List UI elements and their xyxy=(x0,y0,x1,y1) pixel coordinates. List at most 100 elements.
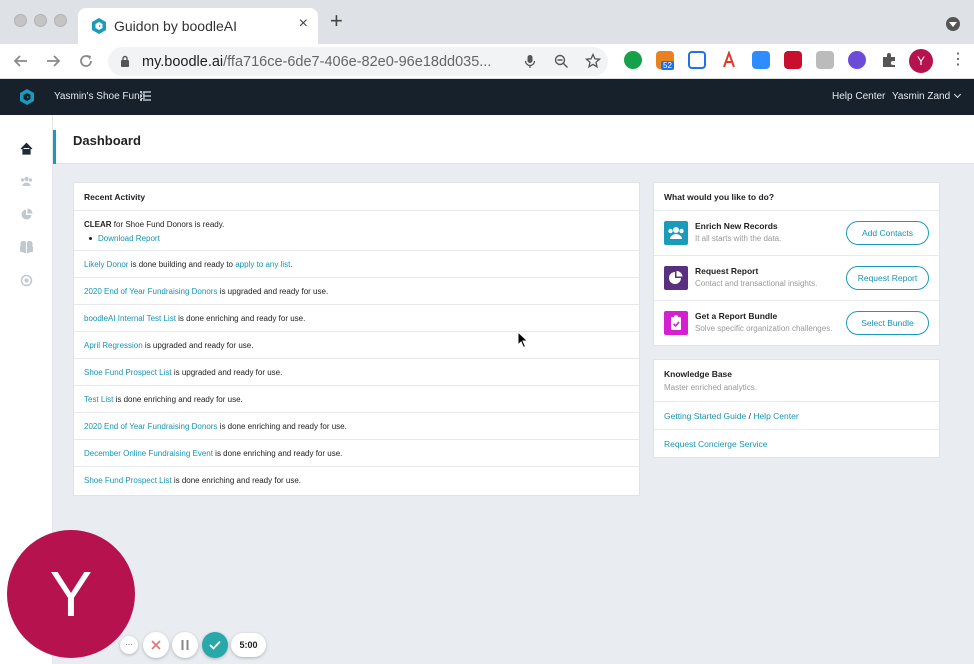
profile-avatar[interactable]: Y xyxy=(909,49,933,73)
action-subtitle: Solve specific organization challenges. xyxy=(695,324,833,333)
activity-row: Shoe Fund Prospect List is done enrichin… xyxy=(74,467,639,494)
browser-tab[interactable]: Guidon by boodleAI × xyxy=(78,8,318,44)
activity-link[interactable]: boodleAI Internal Test List xyxy=(84,314,176,323)
organization-name: Yasmin's Shoe Fund xyxy=(54,91,146,102)
user-menu[interactable]: Yasmin Zand xyxy=(892,90,962,102)
activity-text: is done enriching and ready for use. xyxy=(175,314,306,323)
request-report-button[interactable]: Request Report xyxy=(846,266,929,290)
activity-link[interactable]: Shoe Fund Prospect List xyxy=(84,476,172,485)
extension-badge-icon[interactable]: 52 xyxy=(656,51,674,70)
app-header: Yasmin's Shoe Fund Help Center Yasmin Za… xyxy=(0,79,974,115)
grammarly-extension-icon[interactable] xyxy=(624,51,642,69)
list-menu-icon[interactable] xyxy=(140,91,151,101)
download-report-item: Download Report xyxy=(84,234,629,243)
action-title: Enrich New Records xyxy=(695,221,778,231)
close-icon xyxy=(151,640,161,650)
kb-help-center-link[interactable]: Help Center xyxy=(753,411,798,421)
activity-link[interactable]: Shoe Fund Prospect List xyxy=(84,368,172,377)
recent-activity-title: Recent Activity xyxy=(74,183,639,211)
pie-chart-icon[interactable] xyxy=(20,208,33,221)
add-contacts-button[interactable]: Add Contacts xyxy=(846,221,929,245)
mouse-cursor-icon xyxy=(517,331,529,349)
knowledge-base-subtitle: Master enriched analytics. xyxy=(664,383,757,392)
activity-link[interactable]: Test List xyxy=(84,395,113,404)
puzzle-extensions-icon[interactable] xyxy=(880,51,898,69)
activity-link[interactable]: 2020 End of Year Fundraising Donors xyxy=(84,422,217,431)
activity-row: Test List is done enriching and ready fo… xyxy=(74,386,639,413)
activity-text: is done enriching and ready for use. xyxy=(171,476,302,485)
actions-card: What would you like to do? Enrich New Re… xyxy=(653,182,940,346)
activity-text: is upgraded and ready for use. xyxy=(142,341,254,350)
back-arrow-icon[interactable] xyxy=(13,53,29,69)
calendar-extension-icon[interactable] xyxy=(688,51,706,69)
browser-menu-icon[interactable]: ⋮ xyxy=(950,51,966,69)
request-concierge-link[interactable]: Request Concierge Service xyxy=(664,439,767,449)
new-tab-button[interactable]: + xyxy=(330,10,343,32)
k-extension-icon[interactable] xyxy=(816,51,834,69)
activity-row: December Online Fundraising Event is don… xyxy=(74,440,639,467)
zoom-extension-icon[interactable] xyxy=(752,51,770,69)
action-subtitle: Contact and transactional insights. xyxy=(695,279,818,288)
activity-row: 2020 End of Year Fundraising Donors is d… xyxy=(74,413,639,440)
checkmark-icon xyxy=(209,640,221,650)
page-title-bar: Dashboard xyxy=(53,115,974,164)
knowledge-base-header: Knowledge Base Master enriched analytics… xyxy=(654,360,939,402)
activity-text: is upgraded and ready for use. xyxy=(217,287,329,296)
activity-text: is done enriching and ready for use. xyxy=(212,449,343,458)
chevron-down-icon xyxy=(954,90,962,99)
help-center-link[interactable]: Help Center xyxy=(832,91,885,102)
download-report-link[interactable]: Download Report xyxy=(98,234,160,243)
knowledge-base-title: Knowledge Base xyxy=(664,369,733,379)
window-minimize-button[interactable] xyxy=(34,14,47,27)
window-zoom-button[interactable] xyxy=(54,14,67,27)
url-domain: my.boodle.ai xyxy=(142,54,224,70)
recorder-more-button[interactable]: ··· xyxy=(120,636,138,654)
page-title: Dashboard xyxy=(73,133,141,148)
recorder-cancel-button[interactable] xyxy=(143,632,169,658)
knowledge-base-card: Knowledge Base Master enriched analytics… xyxy=(653,359,940,458)
browser-toolbar: my.boodle.ai/ffa716ce-6de7-406e-82e0-96e… xyxy=(0,44,974,79)
pdf-extension-icon[interactable] xyxy=(784,51,802,69)
colorful-extension-icon[interactable] xyxy=(848,51,866,69)
lock-icon[interactable] xyxy=(120,55,130,67)
activity-link[interactable]: Likely Donor xyxy=(84,260,128,269)
forward-arrow-icon[interactable] xyxy=(45,53,61,69)
tab-search-icon[interactable] xyxy=(946,17,960,31)
getting-started-guide-link[interactable]: Getting Started Guide xyxy=(664,411,746,421)
zoom-out-icon[interactable] xyxy=(554,54,569,69)
bookmark-star-icon[interactable] xyxy=(585,53,601,69)
brain-icon[interactable] xyxy=(20,241,33,254)
select-bundle-button[interactable]: Select Bundle xyxy=(846,311,929,335)
apply-to-list-link[interactable]: apply to any list xyxy=(235,260,290,269)
arrow-extension-icon[interactable] xyxy=(720,51,738,69)
home-icon[interactable] xyxy=(20,142,33,155)
window-close-button[interactable] xyxy=(14,14,27,27)
url-path: /ffa716ce-6de7-406e-82e0-96e18dd035... xyxy=(223,54,492,70)
action-row-enrich: Enrich New Records It all starts with th… xyxy=(654,211,939,256)
tab-close-icon[interactable]: × xyxy=(299,15,308,33)
people-icon[interactable] xyxy=(20,175,33,188)
reload-icon[interactable] xyxy=(78,53,94,69)
user-name: Yasmin Zand xyxy=(892,91,951,102)
activity-row: 2020 End of Year Fundraising Donors is u… xyxy=(74,278,639,305)
settings-toggle-icon[interactable] xyxy=(20,274,33,287)
activity-text: is done enriching and ready for use. xyxy=(217,422,347,431)
recorder-pause-button[interactable] xyxy=(172,632,198,658)
activity-text: is done enriching and ready for use. xyxy=(113,395,243,404)
activity-row: CLEAR for Shoe Fund Donors is ready. Dow… xyxy=(74,211,639,251)
clipboard-check-icon xyxy=(664,311,688,335)
activity-row: Shoe Fund Prospect List is upgraded and … xyxy=(74,359,639,386)
activity-row: April Regression is upgraded and ready f… xyxy=(74,332,639,359)
activity-link[interactable]: 2020 End of Year Fundraising Donors xyxy=(84,287,217,296)
microphone-icon[interactable] xyxy=(524,54,536,69)
recorder-done-button[interactable] xyxy=(202,632,228,658)
tab-title: Guidon by boodleAI xyxy=(114,18,237,34)
action-row-bundle: Get a Report Bundle Solve specific organ… xyxy=(654,301,939,346)
url-text: my.boodle.ai/ffa716ce-6de7-406e-82e0-96e… xyxy=(142,54,512,70)
activity-link[interactable]: April Regression xyxy=(84,341,143,350)
address-bar[interactable]: my.boodle.ai/ffa716ce-6de7-406e-82e0-96e… xyxy=(108,47,608,76)
title-accent-bar xyxy=(53,130,56,164)
boodle-logo-icon[interactable] xyxy=(18,88,36,106)
activity-row: boodleAI Internal Test List is done enri… xyxy=(74,305,639,332)
activity-link[interactable]: December Online Fundraising Event xyxy=(84,449,213,458)
